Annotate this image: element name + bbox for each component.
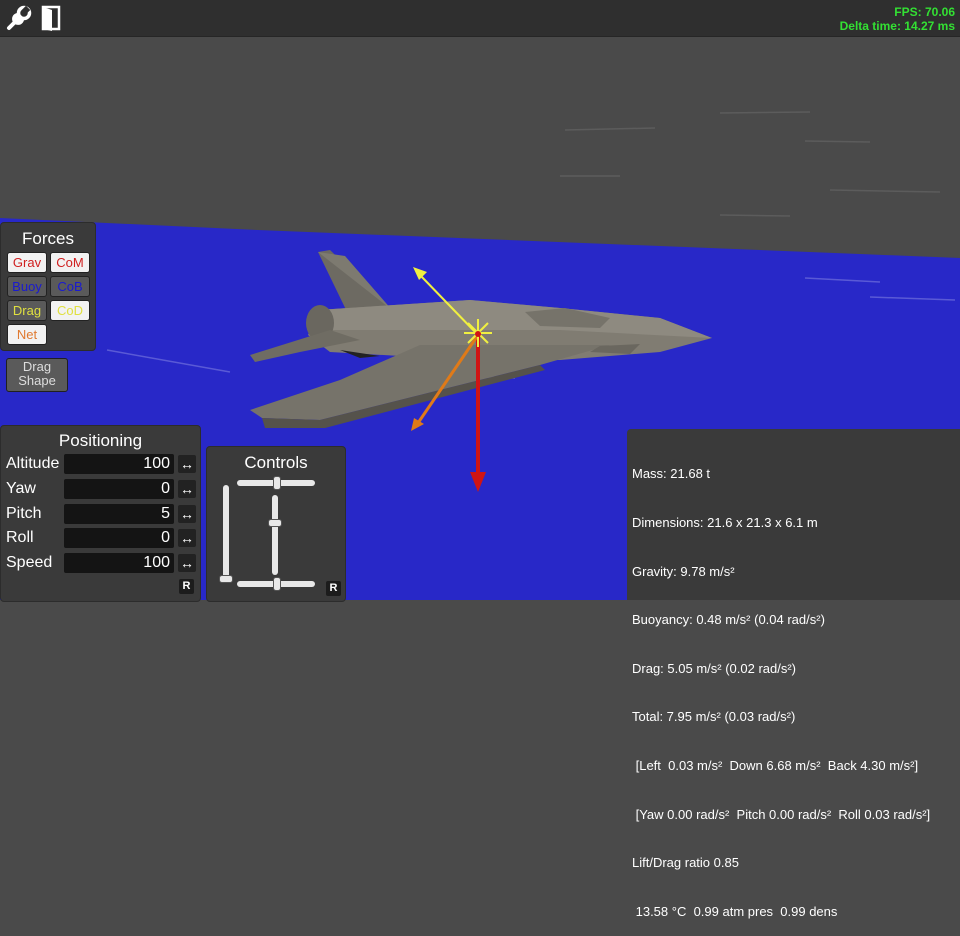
angular-components-readout: [Yaw 0.00 rad/s² Pitch 0.00 rad/s² Roll … — [632, 806, 931, 822]
dimensions-readout: Dimensions: 21.6 x 21.3 x 6.1 m — [632, 515, 818, 530]
altitude-label: Altitude — [6, 455, 60, 472]
drag-readout: Drag: 5.05 m/s² (0.02 rad/s²) — [632, 660, 796, 676]
speed-label: Speed — [6, 554, 53, 571]
mass-readout: Mass: 21.68 t — [632, 466, 711, 482]
atmosphere-readout: 13.58 °C 0.99 atm pres 0.99 dens — [632, 903, 838, 919]
gravity-readout: Gravity: 9.78 m/s² — [632, 563, 735, 579]
throttle-slider[interactable] — [223, 485, 229, 581]
yaw-adjust-icon[interactable]: ↔ — [178, 480, 196, 498]
delta-time-value: Delta time: 14.27 ms — [839, 19, 955, 33]
controls-reset-button[interactable]: R — [326, 581, 341, 596]
forces-title: Forces — [22, 229, 74, 248]
speed-field[interactable]: 100 — [64, 553, 174, 573]
grav-toggle[interactable]: Grav — [7, 252, 47, 273]
cob-toggle[interactable]: CoB — [50, 276, 90, 297]
positioning-reset-button[interactable]: R — [179, 579, 194, 594]
pitch-field[interactable]: 5 — [64, 504, 174, 524]
yaw-label: Yaw — [6, 480, 36, 497]
drag-shape-label-2: Shape — [18, 373, 56, 388]
roll-field[interactable]: 0 — [64, 528, 174, 548]
positioning-title: Positioning — [58, 431, 143, 450]
throttle-knob[interactable] — [219, 575, 233, 583]
forces-panel: Forces Grav CoM Buoy CoB Drag CoD Net — [0, 222, 96, 351]
drag-toggle[interactable]: Drag — [7, 300, 47, 321]
roll-adjust-icon[interactable]: ↔ — [178, 529, 196, 547]
net-toggle[interactable]: Net — [7, 324, 47, 345]
speed-adjust-icon[interactable]: ↔ — [178, 554, 196, 572]
linear-components-readout: [Left 0.03 m/s² Down 6.68 m/s² Back 4.30… — [632, 757, 919, 773]
exit-door-icon[interactable] — [38, 4, 66, 32]
center-of-mass-marker — [475, 331, 481, 337]
cod-toggle[interactable]: CoD — [50, 300, 90, 321]
drag-shape-label-1: Drag — [22, 359, 52, 374]
altitude-field[interactable]: 100 — [64, 454, 174, 474]
altitude-adjust-icon[interactable]: ↔ — [178, 455, 196, 473]
flight-info-panel: Mass: 21.68 t Dimensions: 21.6 x 21.3 x … — [627, 429, 960, 919]
buoy-toggle[interactable]: Buoy — [7, 276, 47, 297]
controls-panel: Controls R — [206, 446, 346, 602]
yaw-field[interactable]: 0 — [64, 479, 174, 499]
total-readout: Total: 7.95 m/s² (0.03 rad/s²) — [632, 709, 796, 725]
wrench-icon[interactable] — [5, 4, 33, 32]
elevator-slider[interactable] — [272, 495, 278, 575]
elevator-knob[interactable] — [268, 518, 282, 527]
pitch-label: Pitch — [6, 505, 42, 522]
positioning-panel: Positioning Altitude 100 ↔ Yaw 0 ↔ Pitch… — [0, 425, 201, 602]
fps-readout: FPS: 70.06 Delta time: 14.27 ms — [840, 5, 955, 33]
controls-title: Controls — [244, 453, 308, 472]
roll-label: Roll — [6, 529, 34, 546]
fps-value: FPS: 70.06 — [894, 5, 955, 19]
buoyancy-readout: Buoyancy: 0.48 m/s² (0.04 rad/s²) — [632, 612, 825, 628]
lift-drag-readout: Lift/Drag ratio 0.85 — [632, 855, 739, 871]
drag-shape-button[interactable]: Drag Shape — [6, 358, 68, 392]
com-toggle[interactable]: CoM — [50, 252, 90, 273]
pitch-adjust-icon[interactable]: ↔ — [178, 505, 196, 523]
top-bar: FPS: 70.06 Delta time: 14.27 ms — [0, 0, 960, 37]
rudder-knob[interactable] — [273, 577, 281, 591]
aileron-knob[interactable] — [273, 476, 281, 490]
